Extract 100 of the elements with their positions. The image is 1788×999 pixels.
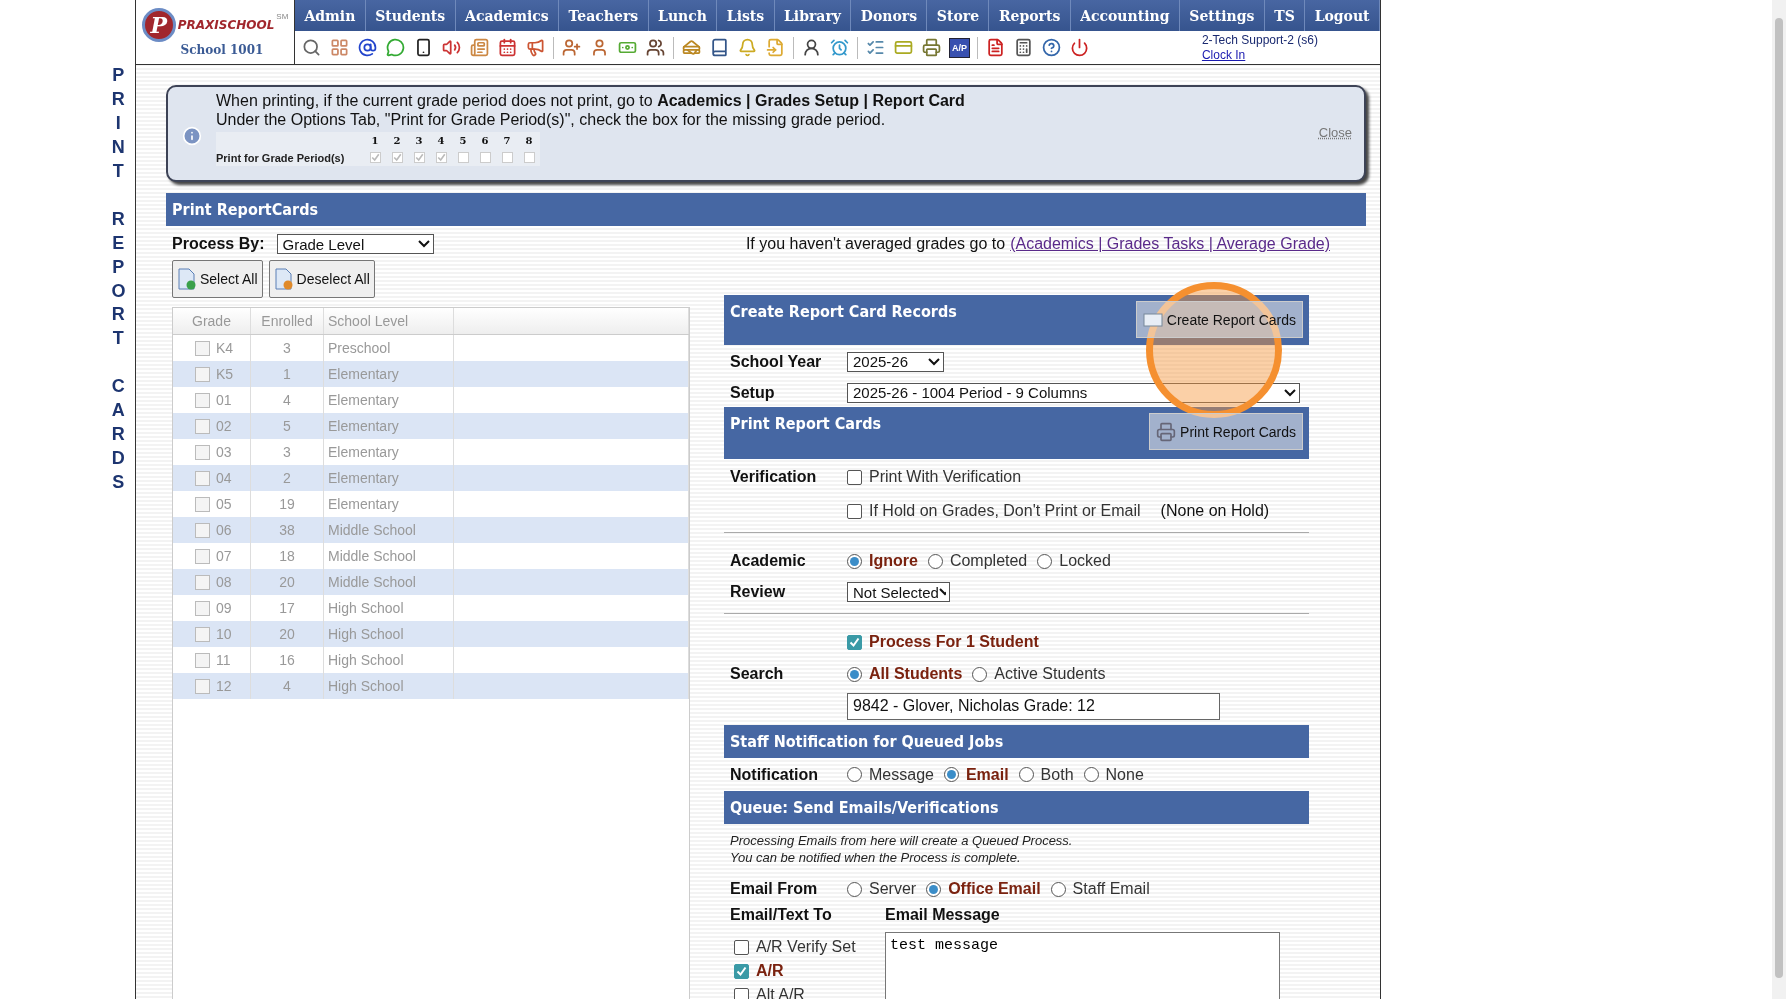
- student-search-field[interactable]: 9842 - Glover, Nicholas Grade: 12: [847, 692, 1220, 720]
- checkbox-option[interactable]: A/R Verify Set: [734, 938, 875, 956]
- radio-button[interactable]: [1018, 767, 1034, 782]
- radio-button[interactable]: [1083, 767, 1099, 782]
- grade-checkbox[interactable]: [195, 626, 210, 642]
- radio-button[interactable]: [943, 767, 959, 782]
- checkbox[interactable]: [847, 503, 862, 519]
- grade-checkbox[interactable]: [195, 470, 210, 486]
- period-checkbox[interactable]: [369, 152, 381, 163]
- checkbox[interactable]: [847, 634, 862, 650]
- grade-checkbox[interactable]: [195, 522, 210, 538]
- checkbox[interactable]: [847, 469, 862, 485]
- grade-checkbox[interactable]: [195, 574, 210, 590]
- nav-item[interactable]: Students: [365, 0, 456, 31]
- radio-button[interactable]: [1037, 553, 1053, 569]
- period-checkbox[interactable]: [501, 152, 513, 163]
- nav-item[interactable]: Settings: [1179, 0, 1265, 31]
- grade-checkbox[interactable]: [195, 600, 210, 616]
- radio-option[interactable]: Active Students: [972, 665, 1106, 683]
- grade-checkbox[interactable]: [195, 340, 210, 356]
- checkbox[interactable]: [734, 987, 749, 999]
- radio-button[interactable]: [972, 666, 988, 682]
- radio-button[interactable]: [847, 767, 862, 782]
- period-checkbox[interactable]: [413, 152, 425, 163]
- checkbox[interactable]: [734, 939, 749, 955]
- radio-button[interactable]: [927, 553, 943, 569]
- average-grade-link[interactable]: (Academics | Grades Tasks | Average Grade): [1010, 235, 1330, 253]
- burger-icon[interactable]: [681, 37, 702, 58]
- checkbox-option[interactable]: Process For 1 Student: [847, 633, 1039, 651]
- grade-checkbox[interactable]: [195, 678, 210, 694]
- period-checkbox[interactable]: [391, 152, 403, 163]
- nav-item[interactable]: Teachers: [559, 0, 649, 31]
- radio-option[interactable]: Office Email: [926, 880, 1041, 898]
- radio-option[interactable]: Both: [1018, 765, 1074, 784]
- period-checkbox[interactable]: [523, 152, 535, 163]
- calendar-icon[interactable]: [497, 37, 518, 58]
- search-icon[interactable]: [301, 37, 322, 58]
- alarm-clock-icon[interactable]: [829, 37, 850, 58]
- grade-checkbox[interactable]: [195, 652, 210, 668]
- radio-button[interactable]: [926, 881, 942, 897]
- nav-item[interactable]: Logout: [1305, 0, 1380, 31]
- school-year-select[interactable]: 2025-26: [847, 351, 944, 372]
- radio-option[interactable]: None: [1083, 765, 1144, 784]
- nav-item[interactable]: Reports: [989, 0, 1071, 31]
- nav-item[interactable]: Admin: [295, 0, 366, 31]
- pdf-icon[interactable]: [985, 37, 1006, 58]
- grid-icon[interactable]: [329, 37, 350, 58]
- review-select[interactable]: Not Selected: [847, 582, 950, 602]
- radio-option[interactable]: Email: [943, 765, 1009, 784]
- nav-item[interactable]: Lists: [717, 0, 775, 31]
- ap-icon[interactable]: A/P: [949, 37, 970, 58]
- grade-checkbox[interactable]: [195, 444, 210, 460]
- radio-option[interactable]: Message: [847, 765, 934, 784]
- help-icon[interactable]: [1041, 37, 1062, 58]
- period-checkbox[interactable]: [479, 152, 491, 163]
- bell-icon[interactable]: [737, 37, 758, 58]
- print-report-cards-button[interactable]: Print Report Cards: [1149, 413, 1303, 450]
- file-arrow-icon[interactable]: [765, 37, 786, 58]
- nav-item[interactable]: Academics: [455, 0, 560, 31]
- radio-option[interactable]: Ignore: [847, 552, 918, 570]
- select-all-button[interactable]: Select All: [172, 260, 263, 298]
- speaker-icon[interactable]: [441, 37, 462, 58]
- nav-item[interactable]: Library: [774, 0, 852, 31]
- radio-option[interactable]: All Students: [847, 665, 963, 683]
- close-link[interactable]: Close: [1318, 125, 1352, 140]
- grade-checkbox[interactable]: [195, 496, 210, 512]
- clock-in-link[interactable]: Clock In: [1201, 47, 1318, 63]
- grade-checkbox[interactable]: [195, 366, 210, 382]
- megaphone-icon[interactable]: [525, 37, 546, 58]
- radio-option[interactable]: Locked: [1037, 552, 1111, 570]
- grade-checkbox[interactable]: [195, 392, 210, 408]
- radio-button[interactable]: [847, 881, 862, 897]
- radio-option[interactable]: Staff Email: [1050, 880, 1150, 898]
- nav-item[interactable]: TS: [1264, 0, 1306, 31]
- checkbox[interactable]: [734, 963, 749, 979]
- person-icon[interactable]: [801, 37, 822, 58]
- checkbox-option[interactable]: A/R: [734, 962, 875, 980]
- power-icon[interactable]: [1069, 37, 1090, 58]
- deselect-all-button[interactable]: Deselect All: [268, 260, 375, 298]
- create-report-cards-button[interactable]: Create Report Cards: [1135, 301, 1303, 338]
- radio-button[interactable]: [847, 553, 862, 569]
- radio-button[interactable]: [1050, 881, 1066, 897]
- process-by-select[interactable]: Grade Level: [276, 234, 434, 254]
- radio-option[interactable]: Server: [847, 880, 917, 898]
- user-add-icon[interactable]: [561, 37, 582, 58]
- period-checkbox[interactable]: [457, 152, 469, 163]
- setup-select[interactable]: 2025-26 - 1004 Period - 9 Columns: [847, 382, 1300, 403]
- checkbox-option[interactable]: Print With Verification: [847, 468, 1022, 486]
- checkbox-option[interactable]: If Hold on Grades, Don't Print or Email: [847, 502, 1141, 520]
- nav-item[interactable]: Accounting: [1070, 0, 1180, 31]
- radio-option[interactable]: Completed: [927, 552, 1028, 570]
- book-icon[interactable]: [709, 37, 730, 58]
- email-message-field[interactable]: test message: [885, 932, 1280, 999]
- radio-button[interactable]: [847, 666, 862, 682]
- grade-checkbox[interactable]: [195, 548, 210, 564]
- nav-item[interactable]: Donors: [851, 0, 928, 31]
- calculator-icon[interactable]: [1013, 37, 1034, 58]
- chat-icon[interactable]: [385, 37, 406, 58]
- newspaper-icon[interactable]: [469, 37, 490, 58]
- users-icon[interactable]: [645, 37, 666, 58]
